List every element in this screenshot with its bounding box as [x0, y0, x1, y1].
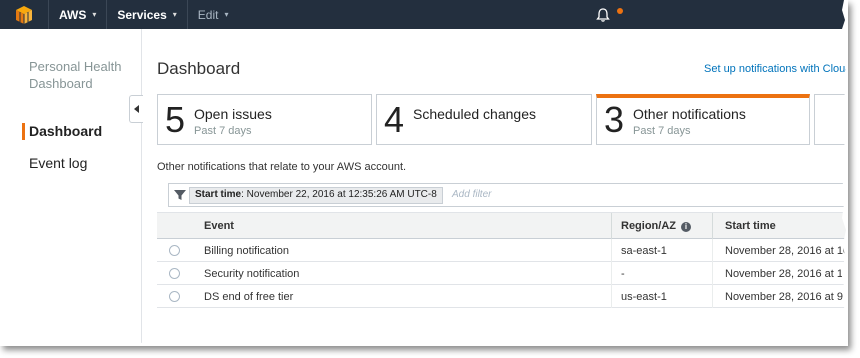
cell-event[interactable]: DS end of free tier	[204, 291, 293, 303]
edit-menu[interactable]: Edit ▾	[188, 0, 239, 29]
filter-icon	[174, 190, 186, 200]
screenshot-frame: AWS ▾ Services ▾ Edit ▾ Personal Health …	[0, 0, 848, 346]
filter-bar[interactable]: Start time: November 22, 2016 at 12:35:2…	[168, 183, 848, 207]
services-menu[interactable]: Services ▾	[107, 0, 188, 29]
card-other-notifications[interactable]: 3 Other notifications Past 7 days	[596, 94, 810, 145]
main-content: Dashboard Set up notifications with Clou…	[143, 29, 848, 346]
sidebar-item-dashboard[interactable]: Dashboard	[29, 123, 102, 139]
chevron-left-icon	[133, 105, 139, 113]
aws-menu-label: AWS	[59, 7, 87, 22]
sidebar-title: Personal Health Dashboard	[29, 59, 122, 91]
chevron-down-icon: ▾	[224, 10, 229, 19]
section-description: Other notifications that relate to your …	[157, 161, 407, 173]
row-radio-button[interactable]	[169, 291, 180, 302]
column-divider	[611, 285, 612, 308]
row-radio-button[interactable]	[169, 268, 180, 279]
card-subtitle: Past 7 days	[633, 125, 691, 137]
setup-notifications-link[interactable]: Set up notifications with CloudW	[704, 63, 848, 75]
column-divider	[712, 239, 713, 262]
card-label: Other notifications	[633, 106, 746, 122]
sidebar-item-event-log[interactable]: Event log	[29, 155, 87, 171]
cell-region: -	[621, 268, 625, 280]
column-divider	[611, 239, 612, 262]
edit-menu-label: Edit	[197, 7, 219, 22]
column-divider	[611, 213, 612, 240]
card-scheduled-changes[interactable]: 4 Scheduled changes	[376, 94, 592, 145]
aws-cube-logo-icon[interactable]	[0, 0, 48, 29]
chevron-down-icon: ▾	[172, 10, 177, 19]
cell-start-time: November 28, 2016 at 10:0	[725, 268, 848, 280]
collapse-sidebar-button[interactable]	[129, 95, 143, 123]
active-indicator	[22, 123, 25, 140]
card-count: 4	[384, 99, 405, 140]
cell-region: sa-east-1	[621, 245, 667, 257]
filter-token-key: Start time	[195, 189, 242, 200]
chevron-down-icon: ▾	[92, 10, 97, 19]
add-filter-input[interactable]: Add filter	[452, 189, 491, 200]
services-menu-label: Services	[117, 7, 167, 22]
top-nav: AWS ▾ Services ▾ Edit ▾	[0, 0, 848, 29]
column-divider	[611, 262, 612, 285]
aws-menu[interactable]: AWS ▾	[48, 0, 108, 29]
card-label: Scheduled changes	[413, 106, 536, 122]
card-label: Open issues	[194, 106, 272, 122]
table-row[interactable]: Security notification - November 28, 201…	[157, 262, 848, 285]
column-header-region-label: Region/AZ	[621, 220, 676, 232]
cell-event[interactable]: Security notification	[204, 268, 299, 280]
torn-edge-bottom	[0, 340, 848, 346]
filter-token-value: : November 22, 2016 at 12:35:26 AM UTC-8	[241, 189, 437, 200]
info-icon[interactable]: i	[681, 222, 691, 232]
torn-edge-right	[841, 0, 848, 346]
column-header-region[interactable]: Region/AZ i	[621, 220, 691, 232]
column-divider	[712, 285, 713, 308]
table-row[interactable]: DS end of free tier us-east-1 November 2…	[157, 285, 848, 308]
card-count: 3	[604, 99, 625, 140]
column-divider	[712, 213, 713, 240]
notification-dot	[617, 8, 623, 14]
table-row[interactable]: Billing notification sa-east-1 November …	[157, 239, 848, 262]
card-subtitle: Past 7 days	[194, 125, 252, 137]
page-title: Dashboard	[157, 59, 241, 78]
card-count: 5	[165, 99, 186, 140]
table-header: Event Region/AZ i Start time	[157, 212, 848, 240]
cell-start-time: November 28, 2016 at 9:5	[725, 291, 848, 303]
column-header-event[interactable]: Event	[204, 220, 234, 232]
column-header-start-time[interactable]: Start time	[725, 220, 776, 232]
row-radio-button[interactable]	[169, 245, 180, 256]
card-open-issues[interactable]: 5 Open issues Past 7 days	[157, 94, 372, 145]
cell-event[interactable]: Billing notification	[204, 245, 289, 257]
sidebar: Personal Health Dashboard Dashboard Even…	[0, 29, 143, 346]
filter-token[interactable]: Start time: November 22, 2016 at 12:35:2…	[189, 187, 443, 204]
cell-start-time: November 28, 2016 at 10:1	[725, 245, 848, 257]
cell-region: us-east-1	[621, 291, 667, 303]
column-divider	[712, 262, 713, 285]
bell-icon[interactable]	[595, 7, 611, 23]
